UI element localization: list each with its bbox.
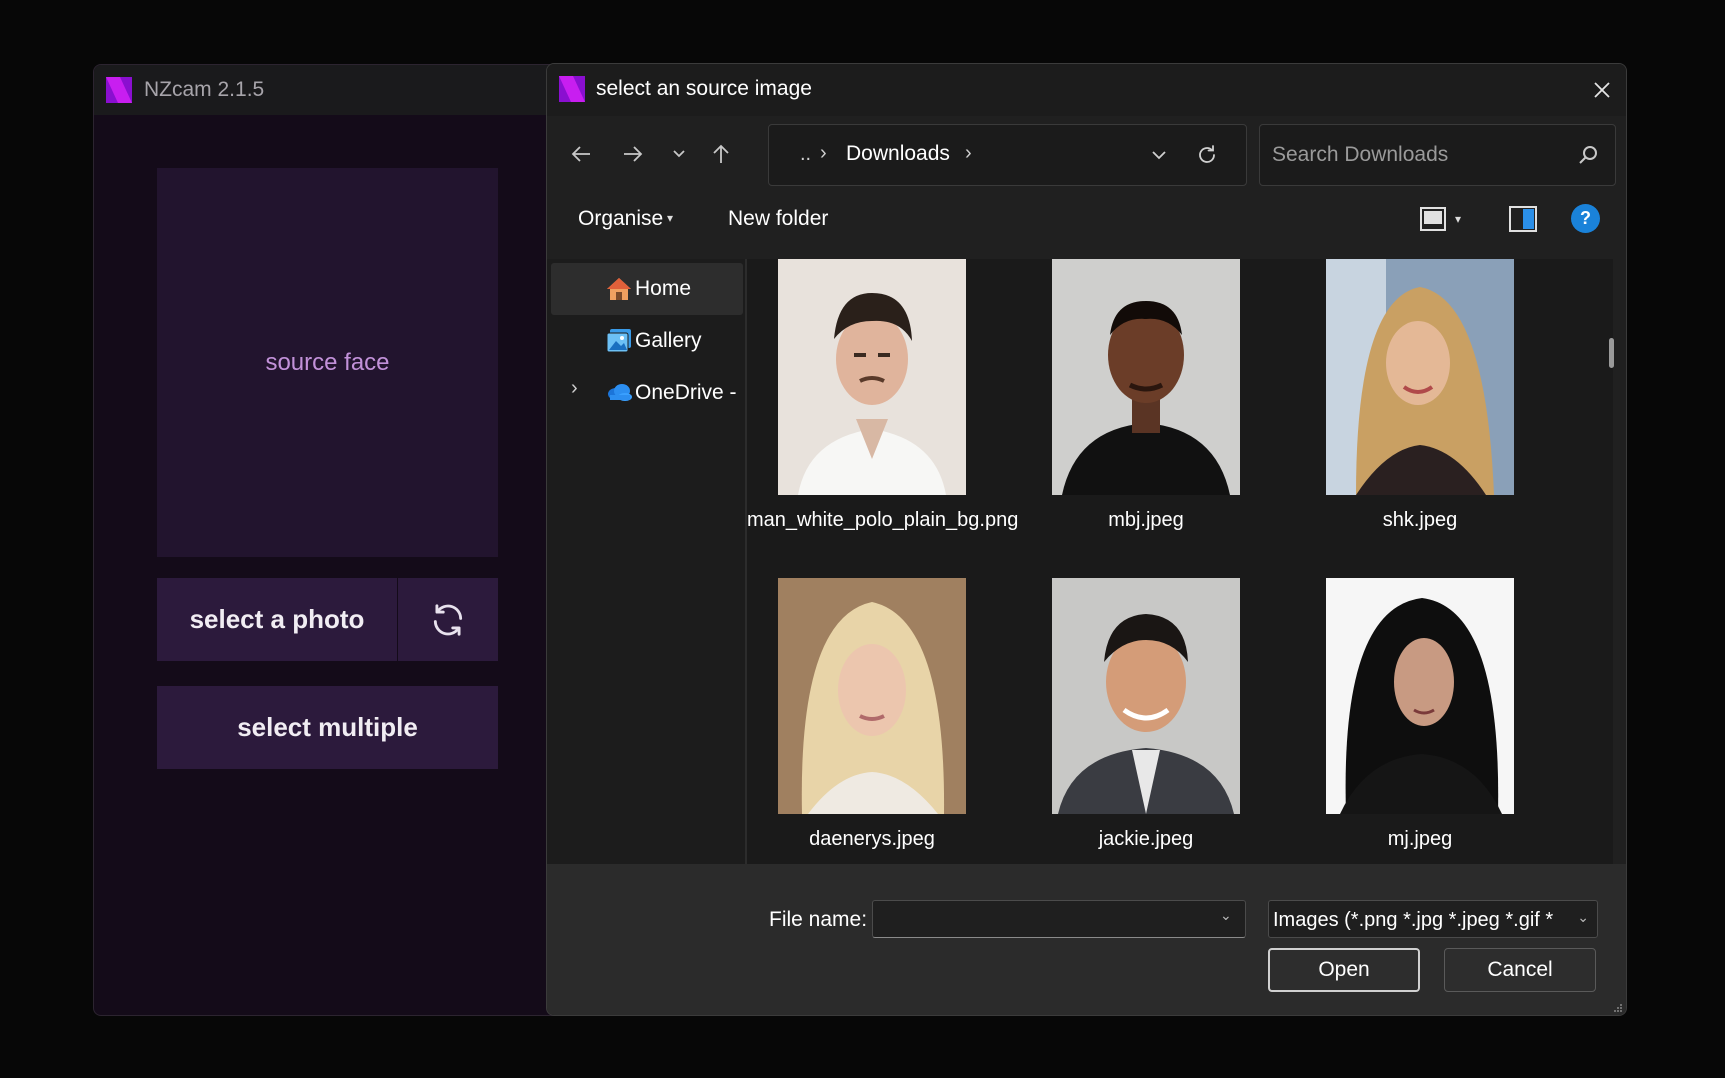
chevron-down-icon[interactable]: ⌄ bbox=[1220, 907, 1232, 924]
refresh-location-button[interactable] bbox=[1189, 137, 1225, 173]
file-item[interactable]: mj.jpeg bbox=[1295, 578, 1545, 854]
arrow-up-icon bbox=[713, 144, 729, 163]
select-photo-button[interactable]: select a photo bbox=[157, 578, 397, 661]
file-name-input[interactable]: ⌄ bbox=[872, 900, 1246, 938]
file-thumbnail bbox=[1326, 259, 1514, 495]
dialog-app-icon bbox=[559, 76, 585, 102]
search-icon[interactable] bbox=[1575, 143, 1601, 169]
dialog-footer bbox=[547, 864, 1626, 1015]
refresh-icon bbox=[433, 603, 463, 636]
portrait-thumbnail-image bbox=[1326, 578, 1514, 814]
recent-locations-button[interactable] bbox=[659, 134, 699, 174]
sidebar-item-onedrive[interactable]: OneDrive - bbox=[551, 367, 743, 419]
address-bar[interactable]: .. › Downloads › bbox=[768, 124, 1247, 186]
chevron-right-icon[interactable]: › bbox=[965, 142, 972, 165]
app-titlebar: NZcam 2.1.5 bbox=[94, 65, 562, 115]
organise-menu[interactable]: Organise bbox=[578, 207, 663, 231]
file-thumbnail bbox=[1326, 578, 1514, 814]
caret-down-icon: ▾ bbox=[1455, 212, 1462, 226]
arrow-left-icon bbox=[571, 146, 590, 162]
home-icon bbox=[607, 278, 631, 300]
portrait-thumbnail-image bbox=[1052, 259, 1240, 495]
portrait-thumbnail-image bbox=[1052, 578, 1240, 814]
app-title: NZcam 2.1.5 bbox=[144, 78, 265, 101]
back-button[interactable] bbox=[561, 134, 601, 174]
file-type-value: Images (*.png *.jpg *.jpeg *.gif * bbox=[1273, 909, 1554, 931]
view-icon bbox=[1420, 207, 1446, 231]
sidebar-item-label: Home bbox=[635, 277, 692, 300]
open-button[interactable]: Open bbox=[1268, 948, 1420, 992]
sidebar-item-gallery[interactable]: Gallery bbox=[551, 315, 743, 367]
close-icon bbox=[1594, 82, 1610, 98]
close-button[interactable] bbox=[1582, 70, 1622, 110]
up-button[interactable] bbox=[701, 134, 741, 174]
caret-down-icon: ▾ bbox=[667, 211, 674, 225]
file-type-select[interactable]: Images (*.png *.jpg *.jpeg *.gif * ⌄ bbox=[1268, 900, 1598, 938]
address-dropdown-button[interactable] bbox=[1141, 137, 1177, 173]
navigation-pane: Home Gallery › OneDrive - bbox=[547, 259, 745, 864]
portrait-thumbnail-image bbox=[778, 578, 966, 814]
portrait-thumbnail-image bbox=[778, 259, 966, 495]
file-name: mbj.jpeg bbox=[1108, 509, 1184, 531]
resize-grip-icon[interactable] bbox=[1613, 1003, 1623, 1013]
file-thumbnail bbox=[1052, 578, 1240, 814]
file-name: daenerys.jpeg bbox=[809, 828, 935, 850]
portrait-thumbnail-image bbox=[1326, 259, 1514, 495]
refresh-button[interactable] bbox=[398, 578, 498, 661]
source-face-preview[interactable]: source face bbox=[157, 168, 498, 557]
file-thumbnail bbox=[778, 578, 966, 814]
preview-pane-icon[interactable] bbox=[1508, 204, 1538, 234]
forward-button[interactable] bbox=[613, 134, 653, 174]
file-item[interactable]: daenerys.jpeg bbox=[747, 578, 997, 854]
file-dialog: select an source image .. › Downloads › … bbox=[546, 63, 1627, 1016]
dialog-titlebar: select an source image bbox=[547, 64, 1626, 116]
source-face-label: source face bbox=[265, 348, 390, 376]
file-thumbnail bbox=[1052, 259, 1240, 495]
chevron-right-icon: › bbox=[820, 142, 827, 164]
file-name: mj.jpeg bbox=[1387, 828, 1453, 850]
sidebar-item-home[interactable]: Home bbox=[551, 263, 743, 315]
file-name-label: File name: bbox=[769, 908, 868, 931]
search-box[interactable]: Search Downloads bbox=[1259, 124, 1616, 186]
file-item[interactable]: shk.jpeg bbox=[1295, 259, 1545, 535]
app-window: NZcam 2.1.5 source face select a photo s… bbox=[93, 64, 563, 1016]
cancel-button[interactable]: Cancel bbox=[1444, 948, 1596, 992]
address-segment-downloads[interactable]: Downloads bbox=[846, 142, 950, 166]
search-input[interactable]: Search Downloads bbox=[1272, 143, 1448, 167]
app-logo-icon bbox=[106, 77, 132, 103]
file-name: shk.jpeg bbox=[1382, 509, 1458, 531]
file-item[interactable]: jackie.jpeg bbox=[1021, 578, 1271, 854]
chevron-down-icon: ⌄ bbox=[1573, 909, 1589, 926]
file-list: man_white_polo_plain_bg.png mbj.jpeg shk… bbox=[747, 259, 1613, 864]
sidebar-item-label: OneDrive - bbox=[635, 381, 737, 404]
file-name: man_white_polo_plain_bg.png bbox=[747, 509, 1019, 531]
chevron-down-icon bbox=[1152, 151, 1166, 160]
gallery-icon bbox=[606, 329, 631, 353]
chevron-down-icon bbox=[673, 150, 685, 158]
onedrive-icon bbox=[608, 384, 632, 401]
address-overflow[interactable]: .. bbox=[800, 143, 811, 166]
scrollbar-thumb[interactable] bbox=[1609, 338, 1614, 368]
change-view-button[interactable]: ▾ bbox=[1419, 201, 1467, 237]
dialog-title: select an source image bbox=[596, 77, 812, 100]
file-item[interactable]: man_white_polo_plain_bg.png bbox=[747, 259, 1019, 535]
file-name: jackie.jpeg bbox=[1098, 828, 1194, 850]
sidebar-item-label: Gallery bbox=[635, 329, 702, 352]
new-folder-button[interactable]: New folder bbox=[728, 207, 828, 231]
refresh-icon bbox=[1199, 145, 1215, 163]
file-thumbnail bbox=[778, 259, 966, 495]
select-multiple-button[interactable]: select multiple bbox=[157, 686, 498, 769]
file-item[interactable]: mbj.jpeg bbox=[1021, 259, 1271, 535]
arrow-right-icon bbox=[624, 146, 643, 162]
help-button[interactable]: ? bbox=[1571, 204, 1600, 233]
